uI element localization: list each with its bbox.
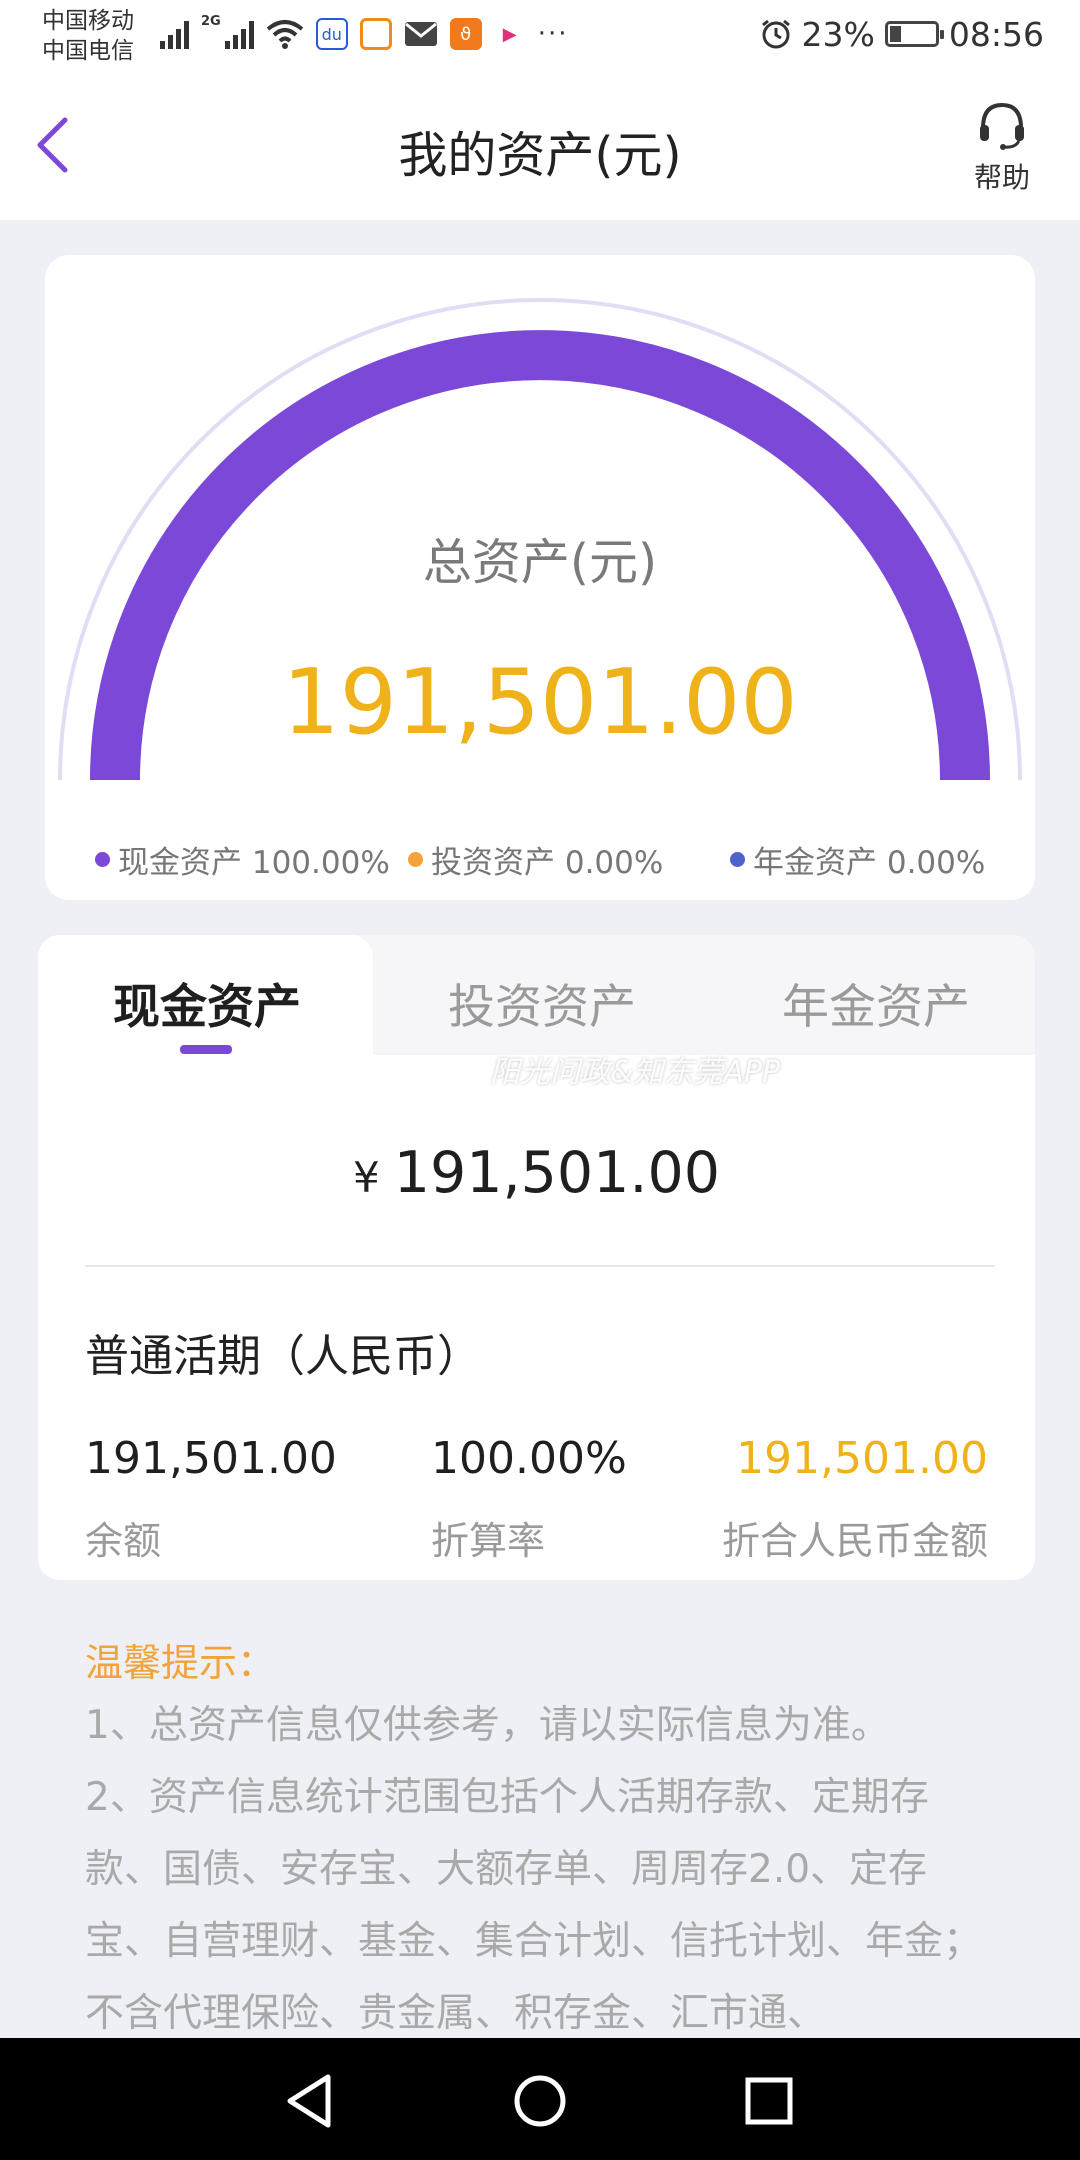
page-title: 我的资产(元) [398,127,682,184]
status-right: 23% 08:56 [760,14,1044,54]
battery-icon [884,21,944,47]
legend-dot-investment [408,852,423,867]
header: 我的资产(元) 帮助 [0,70,1080,220]
total-assets-value: 191,501.00 [282,650,798,755]
uc-browser-icon: ϑ [449,18,482,50]
tab-cash-assets[interactable]: 现金资产 [113,968,301,1037]
status-icons: 2G du ϑ ▶ ··· [160,14,569,54]
gauge-legend: 现金资产 100.00% 投资资产 0.00% 年金资产 0.00% [45,837,1035,887]
balance-value: 191,501.00 [85,1433,337,1484]
cash-total-value: 191,501.00 [393,1140,721,1206]
clock: 08:56 [948,14,1044,54]
currency-symbol: ¥ [352,1153,380,1202]
active-tab-indicator [180,1045,232,1054]
rmb-amount-label: 折合人民币金额 [721,1519,988,1563]
signal-icon-2 [224,19,254,49]
legend-dot-annuity [730,852,745,867]
square-recents-icon [745,2077,793,2125]
cash-total: ¥191,501.00 [38,1140,1035,1206]
alarm-icon [761,19,790,49]
battery-percent: 23% [801,14,875,54]
tab-investment-assets[interactable]: 投资资产 [448,968,636,1037]
watermark: 阳光问政&知东莞APP [490,1055,781,1090]
app-icon-orange [359,18,392,50]
baidu-app-icon: du [315,18,348,50]
tips-body: 1、总资产信息仅供参考，请以实际信息为准。 2、资产信息统计范围包括个人活期存款… [85,1690,1005,2050]
legend-annuity-label: 年金资产 0.00% [753,845,986,881]
legend-cash-label: 现金资产 100.00% [118,845,390,881]
rmb-amount-value: 191,501.00 [736,1433,988,1484]
headset-icon [980,102,1024,150]
tip-line-2: 2、资产信息统计范围包括个人活期存款、定期存款、国债、安存宝、大额存单、周周存2… [85,1775,983,2036]
wifi-icon [266,20,303,49]
cash-assets-panel: ¥191,501.00 普通活期（人民币） 191,501.00 余额 100.… [38,1055,1035,1580]
tips-title: 温馨提示： [85,1641,276,1685]
legend-investment: 投资资产 0.00% [408,837,663,882]
nav-recents-button[interactable] [734,2066,804,2136]
balance-label: 余额 [85,1519,162,1563]
legend-cash: 现金资产 100.00% [95,837,390,882]
status-bar: 中国移动 中国电信 2G du ϑ ▶ ··· 23% 08:56 [0,0,1080,70]
legend-dot-cash [95,852,110,867]
conversion-rate-value: 100.00% [431,1433,627,1484]
help-label: 帮助 [973,161,1030,194]
youku-icon: ▶ [493,18,526,50]
nav-home-button[interactable] [505,2066,575,2136]
legend-annuity: 年金资产 0.00% [730,837,985,882]
triangle-back-icon [287,2074,331,2128]
account-title: 普通活期（人民币） [85,1331,481,1382]
nav-back-button[interactable] [274,2066,344,2136]
signal-icon [160,19,189,49]
mail-icon [404,22,437,46]
carrier-labels: 中国移动 中国电信 [42,6,134,66]
circle-home-icon [514,2075,566,2127]
gauge-label: 总资产(元) [422,534,658,591]
tab-annuity-assets[interactable]: 年金资产 [782,968,970,1037]
network-type-label: 2G [201,14,221,29]
system-nav-bar [0,2038,1080,2160]
carrier-1: 中国移动 [42,8,134,34]
divider [85,1265,995,1267]
help-button[interactable]: 帮助 [962,100,1042,196]
tip-line-1: 1、总资产信息仅供参考，请以实际信息为准。 [85,1703,890,1748]
legend-investment-label: 投资资产 0.00% [431,845,664,881]
total-assets-card: 总资产(元) 191,501.00 现金资产 100.00% 投资资产 0.00… [45,255,1035,900]
more-notifications-icon: ··· [537,19,569,49]
carrier-2: 中国电信 [42,38,134,64]
conversion-rate-label: 折算率 [431,1519,546,1563]
